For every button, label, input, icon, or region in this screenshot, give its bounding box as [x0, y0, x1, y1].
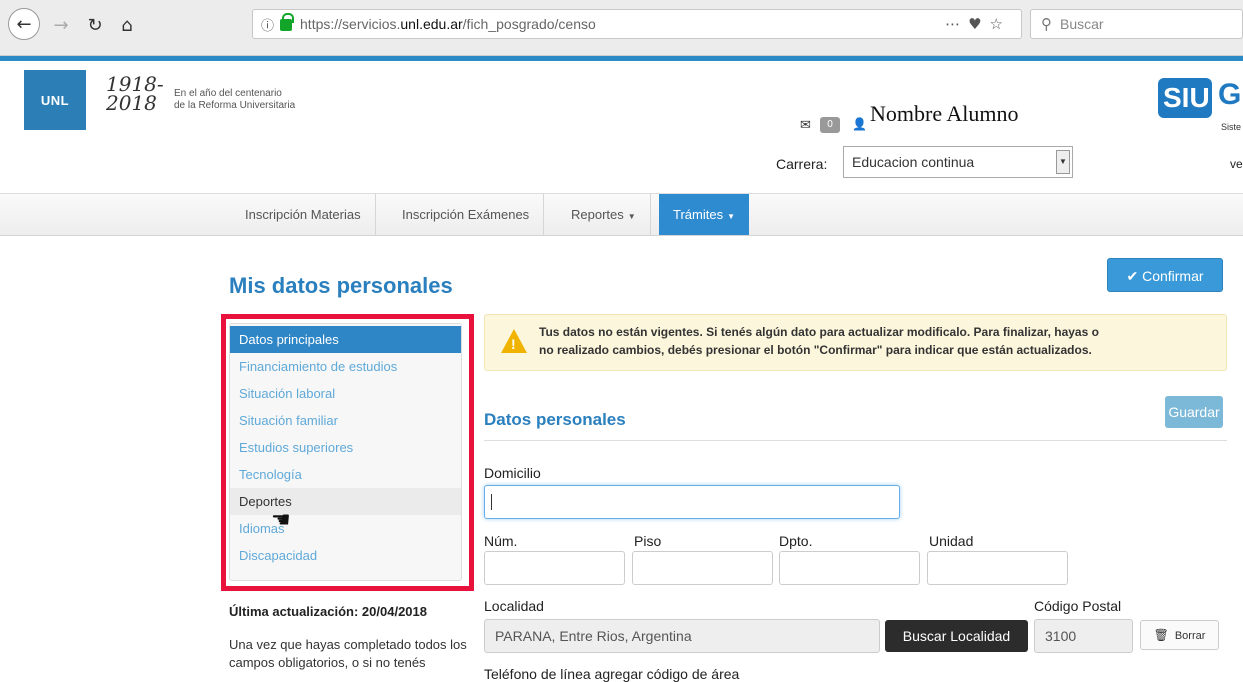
last-update: Última actualización: 20/04/2018	[229, 604, 427, 619]
dpto-label: Dpto.	[779, 533, 813, 549]
trash-icon: 🗑	[1153, 628, 1169, 642]
num-label: Núm.	[484, 533, 518, 549]
home-icon[interactable]: ⌂	[112, 10, 142, 40]
caret-down-icon: ▼	[727, 212, 735, 221]
warning-icon: !	[501, 329, 527, 353]
buscar-localidad-button[interactable]: Buscar Localidad	[885, 620, 1028, 652]
page-actions-icon[interactable]: ⋯♥☆	[945, 15, 1011, 33]
centenario-text: En el año del centenario de la Reforma U…	[174, 88, 296, 111]
url-text: https://servicios.unl.edu.ar/fich_posgra…	[300, 16, 596, 32]
unidad-input[interactable]	[927, 551, 1068, 585]
mail-count-badge[interactable]: 0	[820, 117, 840, 133]
carrera-label: Carrera:	[776, 156, 828, 172]
dpto-input[interactable]	[779, 551, 920, 585]
codigo-postal-input: 3100	[1034, 619, 1133, 653]
telefono-label: Teléfono de línea agregar código de área	[484, 666, 740, 682]
user-icon: 👤	[852, 117, 867, 131]
sidebar-item-idiomas[interactable]: Idiomas	[230, 515, 461, 542]
unl-logo[interactable]: UNL	[24, 70, 86, 130]
nav-inscripcion-materias[interactable]: Inscripción Materias	[231, 194, 376, 235]
sidebar-item-discapacidad[interactable]: Discapacidad	[230, 542, 461, 569]
search-placeholder: Buscar	[1060, 16, 1104, 32]
carrera-select[interactable]: Educacion continua ▼	[843, 146, 1073, 178]
nav-reportes[interactable]: Reportes ▼	[557, 194, 651, 235]
codigo-postal-label: Código Postal	[1034, 598, 1122, 614]
info-icon[interactable]: ⓘ	[261, 15, 274, 34]
sidebar-menu: Datos principales Financiamiento de estu…	[229, 323, 462, 581]
sidebar-item-financiamiento[interactable]: Financiamiento de estudios	[230, 353, 461, 380]
nav-inscripcion-examenes[interactable]: Inscripción Exámenes	[388, 194, 545, 235]
siu-subtitle: Siste	[1221, 122, 1242, 132]
search-bar[interactable]: ⚲ Buscar	[1030, 9, 1243, 39]
save-button[interactable]: Guardar	[1165, 396, 1223, 428]
piso-input[interactable]	[632, 551, 773, 585]
localidad-label: Localidad	[484, 598, 544, 614]
borrar-button[interactable]: 🗑 Borrar	[1140, 620, 1219, 650]
confirm-button[interactable]: ✔ Confirmar	[1107, 258, 1223, 292]
sidebar-item-estudios-superiores[interactable]: Estudios superiores	[230, 434, 461, 461]
piso-label: Piso	[634, 533, 662, 549]
site-header: UNL 1918- 2018 En el año del centenario …	[0, 61, 1243, 193]
warning-alert: ! Tus datos no están vigentes. Si tenés …	[484, 314, 1227, 371]
forward-arrow-icon[interactable]: →	[46, 10, 76, 40]
reload-icon[interactable]: ↻	[80, 10, 110, 40]
nav-tramites[interactable]: Trámites ▼	[659, 194, 749, 235]
sidebar-item-tecnologia[interactable]: Tecnología	[230, 461, 461, 488]
back-arrow-icon[interactable]: ←	[8, 8, 40, 40]
domicilio-input[interactable]	[484, 485, 900, 519]
hand-cursor-icon: ☚	[271, 508, 291, 533]
section-divider	[484, 440, 1227, 441]
localidad-input: PARANA, Entre Rios, Argentina	[484, 619, 880, 653]
section-title: Datos personales	[484, 410, 626, 429]
sidebar-item-datos-principales[interactable]: Datos principales	[230, 326, 461, 353]
domicilio-label: Domicilio	[484, 465, 541, 481]
page-title: Mis datos personales	[229, 273, 453, 298]
num-input[interactable]	[484, 551, 625, 585]
mail-icon[interactable]: ✉	[800, 118, 811, 133]
centenario-years: 1918- 2018	[106, 72, 164, 115]
sidebar-item-situacion-familiar[interactable]: Situación familiar	[230, 407, 461, 434]
sidebar-item-situacion-laboral[interactable]: Situación laboral	[230, 380, 461, 407]
help-text: Una vez que hayas completado todos los c…	[229, 637, 467, 670]
siu-logo-g: G	[1218, 78, 1242, 111]
siu-logo: SIU	[1158, 78, 1212, 118]
check-icon: ✔	[1126, 268, 1143, 284]
lock-icon	[280, 13, 295, 31]
chevron-down-icon[interactable]: ▼	[1056, 150, 1070, 174]
unidad-label: Unidad	[929, 533, 974, 549]
search-icon: ⚲	[1041, 15, 1052, 33]
browser-toolbar: ← → ↻ ⌂ ⓘ https://servicios.unl.edu.ar/f…	[0, 0, 1243, 56]
sidebar-item-deportes[interactable]: Deportes	[230, 488, 461, 515]
main-navbar: Inscripción Materias Inscripción Exámene…	[0, 193, 1243, 236]
address-bar[interactable]: ⓘ https://servicios.unl.edu.ar/fich_posg…	[252, 9, 1022, 39]
caret-down-icon: ▼	[627, 212, 636, 221]
ver-link[interactable]: ve	[1230, 157, 1243, 171]
user-name[interactable]: Nombre Alumno	[868, 99, 1080, 129]
